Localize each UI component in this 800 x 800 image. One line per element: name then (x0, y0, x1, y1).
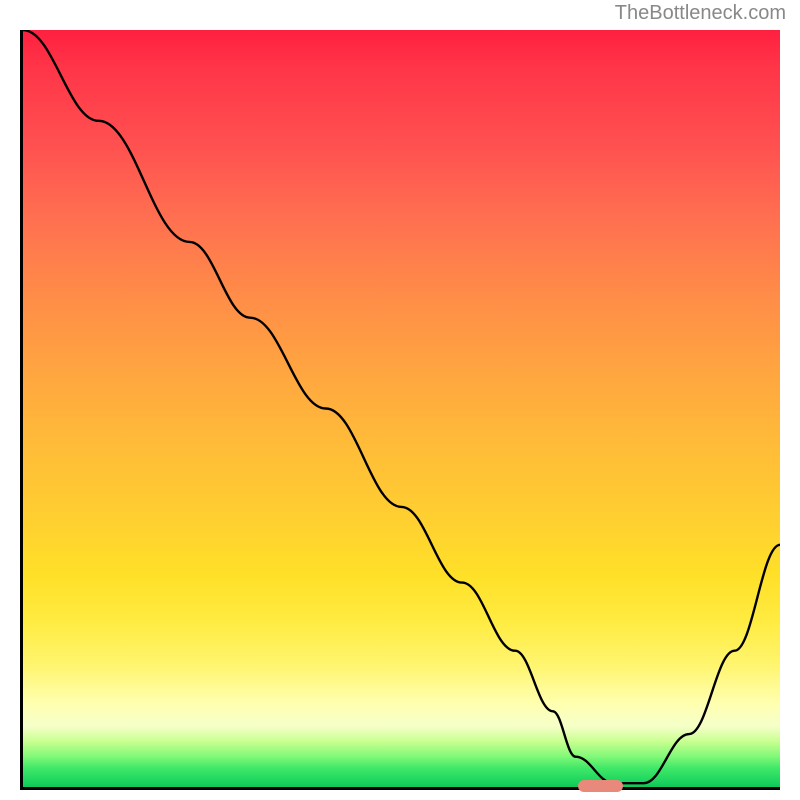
watermark-text: TheBottleneck.com (615, 2, 786, 25)
chart-area (20, 30, 780, 790)
optimal-marker (578, 780, 624, 792)
curve-plot (23, 30, 780, 787)
bottleneck-curve-line (23, 30, 780, 783)
